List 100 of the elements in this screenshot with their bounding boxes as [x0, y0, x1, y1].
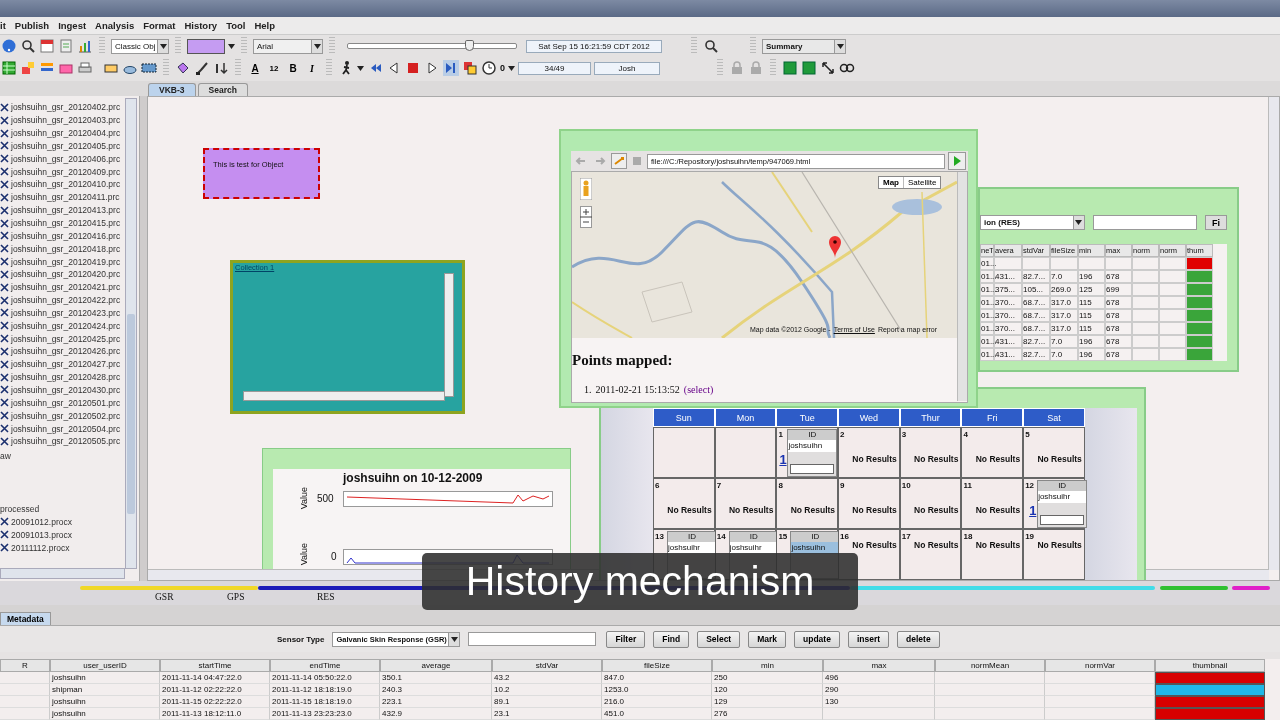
datetime-field: Sat Sep 15 16:21:59 CDT 2012 — [526, 39, 662, 53]
day-number: 18 — [963, 532, 973, 541]
table-cell: 82.7... — [1022, 270, 1050, 283]
table-cell: 68.7... — [1022, 296, 1050, 309]
point-number: 1. — [584, 384, 592, 395]
table-cell: 01... — [980, 348, 994, 361]
no-results-text: No Results — [914, 454, 959, 464]
table-cell: 678 — [1105, 309, 1132, 322]
table-cell: 317.0 — [1050, 322, 1078, 335]
table-cell: 678 — [1105, 348, 1132, 361]
table-cell: 7.0 — [1050, 348, 1078, 361]
table-cell: 2011-11-15 18:18:19.0 — [270, 696, 380, 708]
track-label: RES — [317, 592, 335, 602]
day-number: 16 — [840, 532, 849, 541]
no-results-text: No Results — [852, 505, 897, 515]
no-results-text: No Results — [852, 454, 897, 464]
table-cell: 1253.0 — [602, 684, 712, 696]
weekday-header: Wed — [838, 408, 900, 427]
no-results-text: No Results — [975, 454, 1021, 464]
day-number: 2 — [840, 430, 845, 439]
day-number: 4 — [963, 430, 968, 439]
table-cell: 89.1 — [492, 696, 602, 708]
table-cell: joshsuihn — [50, 696, 160, 708]
table-cell: 129 — [712, 696, 823, 708]
no-results-text: No Results — [728, 505, 774, 515]
table-cell: 678 — [1105, 335, 1132, 348]
day-number: 14 — [716, 532, 726, 541]
table-cell: 2011-11-13 18:12:11.0 — [160, 708, 270, 720]
table-cell: 01... — [980, 296, 994, 309]
table-cell: 317.0 — [1050, 309, 1078, 322]
day-number: 7 — [716, 481, 722, 490]
table-cell: 196 — [1078, 348, 1105, 361]
table-cell: 317.0 — [1050, 296, 1078, 309]
day-number: 8 — [778, 481, 783, 490]
column-header: ID — [729, 532, 778, 542]
table-cell: 847.0 — [602, 672, 712, 684]
axis-tick: 0 — [331, 551, 337, 562]
sensor-type-label: Sensor Type — [277, 634, 325, 644]
table-cell: 276 — [712, 708, 823, 720]
table-cell: 2011-11-12 18:18:19.0 — [270, 684, 380, 696]
points-heading: Points mapped: — [572, 352, 673, 369]
table-cell: 678 — [1105, 296, 1132, 309]
table-cell: 269.0 — [1050, 283, 1078, 296]
table-cell: 01... — [980, 283, 994, 296]
column-header: ID — [668, 532, 716, 542]
no-results-text: No Results — [1037, 454, 1082, 464]
table-cell: 496 — [823, 672, 935, 684]
day-number: 3 — [901, 430, 907, 439]
table-cell: 01... — [980, 257, 994, 270]
day-number: 15 — [778, 532, 788, 541]
table-cell: 115 — [1078, 296, 1105, 309]
day-number: 6 — [655, 481, 660, 490]
table-cell: 196 — [1078, 270, 1105, 283]
day-number: 1 — [778, 430, 783, 439]
weekday-header: Sun — [653, 408, 715, 427]
no-results-text: No Results — [914, 505, 959, 515]
no-results-text: No Results — [975, 505, 1021, 515]
table-cell: 451.0 — [602, 708, 712, 720]
table-cell: 01... — [980, 270, 994, 283]
day-number: 9 — [840, 481, 845, 490]
table-cell: 2011-11-12 02:22:22.0 — [160, 684, 270, 696]
user-field: Josh — [594, 61, 660, 75]
point-time: 2011-02-21 15:13:52 — [595, 384, 680, 395]
weekday-header: Thur — [899, 408, 962, 427]
table-cell: 01... — [980, 309, 994, 322]
table-cell: 105... — [1022, 283, 1050, 296]
axis-tick: 500 — [317, 493, 334, 504]
day-number: 10 — [901, 481, 911, 490]
table-cell: shipman — [50, 684, 160, 696]
table-cell: 125 — [1078, 283, 1105, 296]
table-cell: 7.0 — [1050, 270, 1078, 283]
table-cell: 2011-11-13 23:23:23.0 — [270, 708, 380, 720]
column-header: ID — [791, 532, 840, 542]
table-cell: 115 — [1078, 309, 1105, 322]
caption-overlay: History mechanism — [422, 553, 858, 610]
table-cell: 432.9 — [380, 708, 492, 720]
track-label: GPS — [227, 592, 245, 602]
weekday-header: Mon — [714, 408, 777, 427]
no-results-text: No Results — [975, 540, 1021, 550]
table-cell: 130 — [823, 696, 935, 708]
table-cell: 10.2 — [492, 684, 602, 696]
table-cell: 01... — [980, 335, 994, 348]
column-header: ID — [1038, 481, 1087, 491]
axis-label: Value — [299, 543, 309, 566]
table-cell: 2011-11-14 04:47:22.0 — [160, 672, 270, 684]
counter-field: 34/49 — [518, 61, 591, 75]
table-cell: 240.3 — [380, 684, 492, 696]
table-cell: joshsuihn — [50, 672, 160, 684]
no-results-text: No Results — [852, 540, 897, 550]
table-cell: 2011-11-14 05:50:22.0 — [270, 672, 380, 684]
table-cell: 01... — [980, 322, 994, 335]
table-cell: 290 — [823, 684, 935, 696]
table-cell: 678 — [1105, 322, 1132, 335]
table-cell: 68.7... — [1022, 322, 1050, 335]
table-cell: 350.1 — [380, 672, 492, 684]
chart-title: joshsuihn on 10-12-2009 — [343, 471, 483, 485]
table-cell: 23.1 — [492, 708, 602, 720]
table-cell: 196 — [1078, 335, 1105, 348]
no-results-text: No Results — [667, 505, 712, 515]
table-cell: 82.7... — [1022, 348, 1050, 361]
